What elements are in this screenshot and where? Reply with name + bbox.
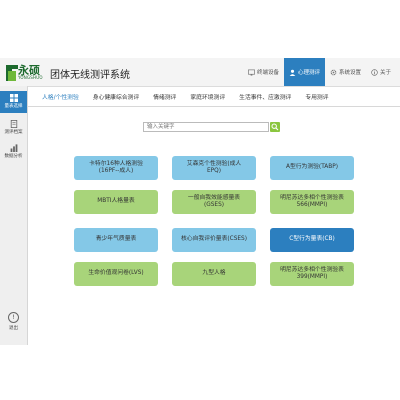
top-nav-psych-test[interactable]: 心理测评: [284, 58, 326, 86]
test-card-cb[interactable]: C型行为量表(CB): [270, 228, 354, 252]
top-nav-about[interactable]: 关于: [366, 58, 396, 86]
monitor-icon: [248, 69, 255, 76]
app-title: 团体无线测评系统: [50, 70, 130, 81]
sidebar-exit-label: 退出: [9, 326, 18, 331]
test-card-label: 青少年气质量表: [95, 236, 137, 243]
test-card-label: 明尼苏达多相个性测验表 399(MMPI): [280, 266, 344, 281]
tab-health[interactable]: 身心健康综合测评: [93, 92, 139, 104]
brand-subtitle: YONGSHUO: [18, 75, 43, 80]
test-card-label: 核心自我评价量表(CSES): [181, 236, 247, 243]
test-card-label: 卡特尔16种人格测验 (16PF--成人): [89, 160, 143, 175]
test-card-label: A型行为测验(TABP): [285, 164, 338, 171]
test-card-lvs[interactable]: 生命价值观问卷(LVS): [74, 262, 158, 286]
test-card-label: 生命价值观问卷(LVS): [88, 270, 144, 277]
test-card-label: C型行为量表(CB): [289, 236, 335, 243]
tab-special[interactable]: 专用测评: [305, 92, 328, 104]
test-card-tabp[interactable]: A型行为测验(TABP): [270, 156, 354, 180]
tab-bar: 人格/个性测验 身心健康综合测评 情绪测评 家庭环境测评 生活事件、应激测评 专…: [42, 92, 343, 104]
sidebar-item-label: 数据分析: [4, 154, 23, 159]
test-card-mmpi-399[interactable]: 明尼苏达多相个性测验表 399(MMPI): [270, 262, 354, 286]
test-card-youth-temperament[interactable]: 青少年气质量表: [74, 228, 158, 252]
sidebar-item-label: 测评档案: [4, 130, 23, 135]
top-nav-label: 关于: [380, 70, 392, 76]
test-card-label: 艾森克个性测验(成人 EPQ): [186, 160, 242, 175]
tab-personality[interactable]: 人格/个性测验: [42, 92, 79, 104]
chart-icon: [10, 144, 17, 152]
file-icon: [10, 120, 17, 128]
test-card-gses[interactable]: 一般自我效能感量表 (GSES): [172, 190, 256, 214]
sidebar-item-records[interactable]: 测评档案: [0, 117, 27, 139]
gear-icon: [330, 69, 337, 75]
sidebar-item-analysis[interactable]: 数据分析: [0, 141, 27, 163]
user-icon: [289, 69, 296, 76]
search-icon: [271, 123, 279, 131]
top-nav: 终端设备 心理测评 系统设置 关于: [243, 58, 396, 86]
test-card-enneagram[interactable]: 九型人格: [172, 262, 256, 286]
test-card-label: MBTI人格量表: [97, 198, 135, 205]
test-card-mbti[interactable]: MBTI人格量表: [74, 190, 158, 214]
test-card-label: 一般自我效能感量表 (GSES): [187, 194, 241, 209]
top-nav-settings[interactable]: 系统设置: [325, 58, 366, 86]
sidebar-exit[interactable]: ! 退出: [0, 312, 27, 331]
power-icon: !: [8, 312, 19, 323]
sidebar: 量表选择 测评档案 数据分析: [0, 86, 28, 345]
top-nav-terminal[interactable]: 终端设备: [243, 58, 284, 86]
sidebar-item-scale-select[interactable]: 量表选择: [0, 91, 27, 113]
test-card-mmpi-566[interactable]: 明尼苏达多相个性测验表 566(MMPI): [270, 190, 354, 214]
tab-emotion[interactable]: 情绪测评: [153, 92, 176, 104]
tab-life-events[interactable]: 生活事件、应激测评: [239, 92, 291, 104]
top-nav-label: 终端设备: [257, 70, 280, 76]
top-nav-label: 心理测评: [298, 70, 321, 76]
search-input[interactable]: 输入关键字: [143, 122, 269, 132]
sidebar-item-label: 量表选择: [4, 104, 23, 109]
test-card-label: 九型人格: [202, 270, 226, 277]
tab-divider: [28, 106, 400, 107]
info-icon: [371, 68, 378, 76]
grid-icon: [9, 94, 18, 102]
test-card-16pf[interactable]: 卡特尔16种人格测验 (16PF--成人): [74, 156, 158, 180]
test-card-label: 明尼苏达多相个性测验表 566(MMPI): [280, 194, 344, 209]
test-card-cses[interactable]: 核心自我评价量表(CSES): [172, 228, 256, 252]
search-button[interactable]: [270, 122, 280, 132]
tab-family[interactable]: 家庭环境测评: [190, 92, 225, 104]
test-card-epq[interactable]: 艾森克个性测验(成人 EPQ): [172, 156, 256, 180]
top-nav-label: 系统设置: [339, 70, 362, 76]
